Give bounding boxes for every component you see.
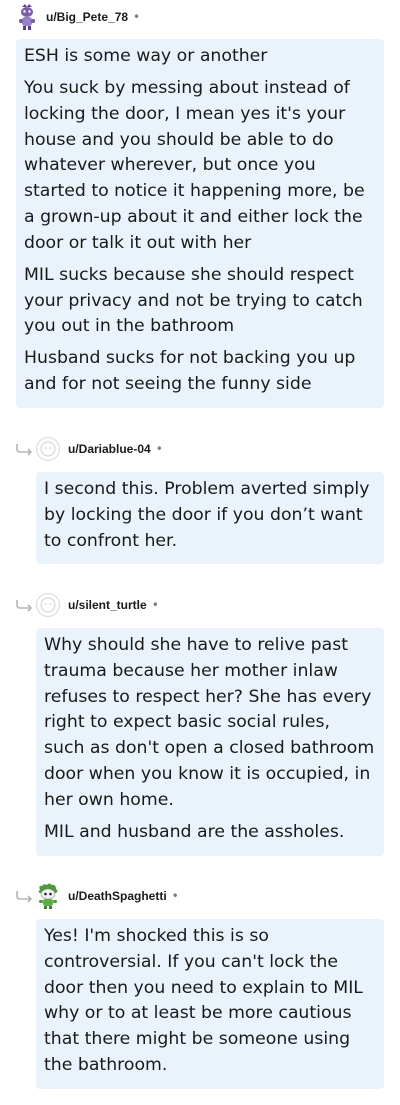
comment-paragraph: Husband sucks for not backing you up and… xyxy=(24,348,356,395)
comment-deathspaghetti: u/DeathSpaghetti • xyxy=(36,883,384,909)
separator-dot: • xyxy=(171,889,179,903)
comment-paragraph: You suck by messing about instead of loc… xyxy=(24,77,365,253)
comment-dariablue: u/Dariablue-04 • xyxy=(36,436,384,462)
comment-paragraph: MIL sucks because she should respect you… xyxy=(24,264,363,337)
separator-dot: • xyxy=(155,442,163,456)
comment-paragraph: Yes! I'm shocked this is so controversia… xyxy=(44,926,363,1075)
comment-header: u/silent_turtle • xyxy=(36,592,384,618)
username[interactable]: u/Dariablue-04 xyxy=(68,442,151,456)
snoo-avatar-purple-icon[interactable] xyxy=(16,4,38,30)
reply-arrow-icon xyxy=(16,444,33,456)
comment-body: ESH is some way or another You suck by m… xyxy=(16,39,384,408)
comment-header: u/Dariablue-04 • xyxy=(36,436,384,462)
comment-paragraph: MIL and husband are the assholes. xyxy=(44,821,345,842)
reply-arrow-icon xyxy=(16,600,33,612)
comment-paragraph: I second this. Problem averted simply by… xyxy=(44,479,370,551)
comment-paragraph: Why should she have to relive past traum… xyxy=(44,635,375,810)
comment-paragraph: ESH is some way or another xyxy=(24,46,268,66)
default-avatar-icon[interactable] xyxy=(36,593,60,617)
username[interactable]: u/silent_turtle xyxy=(68,598,147,612)
reply-arrow-icon xyxy=(16,891,33,903)
separator-dot: • xyxy=(133,10,141,24)
default-avatar-icon[interactable] xyxy=(36,437,60,461)
comment-big-pete: u/Big_Pete_78 • xyxy=(16,4,384,30)
username[interactable]: u/Big_Pete_78 xyxy=(46,10,128,24)
comment-body: I second this. Problem averted simply by… xyxy=(36,472,384,564)
comment-header: u/DeathSpaghetti • xyxy=(36,883,384,909)
comment-body: Why should she have to relive past traum… xyxy=(36,628,384,856)
username[interactable]: u/DeathSpaghetti xyxy=(68,889,167,903)
snoo-avatar-green-icon[interactable] xyxy=(36,883,60,909)
separator-dot: • xyxy=(151,598,159,612)
comment-silent-turtle: u/silent_turtle • xyxy=(36,592,384,618)
comment-body: Yes! I'm shocked this is so controversia… xyxy=(36,919,384,1089)
comment-header: u/Big_Pete_78 • xyxy=(16,4,384,30)
